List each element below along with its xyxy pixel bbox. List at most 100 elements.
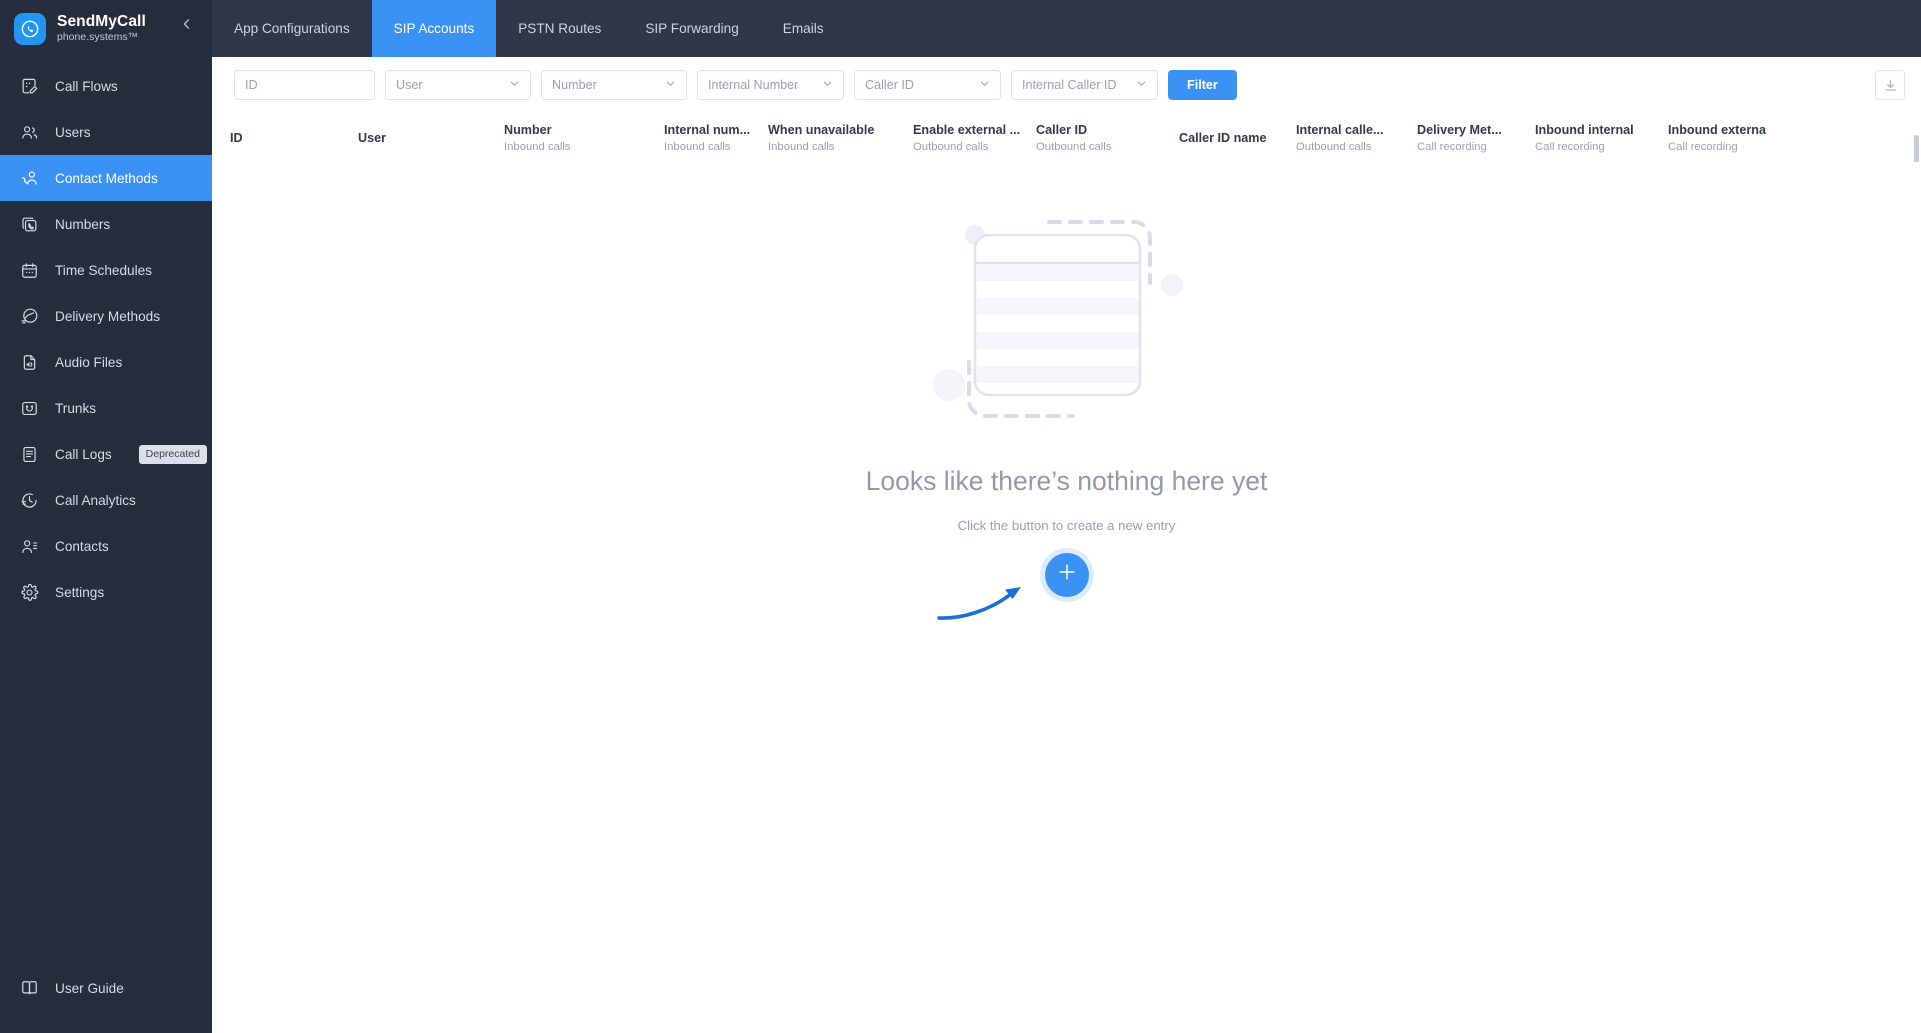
brand-name: SendMyCall <box>57 12 146 30</box>
phone-circle-icon <box>14 12 46 45</box>
column-subtitle: Outbound calls <box>1036 140 1112 153</box>
tab-emails[interactable]: Emails <box>761 0 846 57</box>
horizontal-scrollbar-thumb[interactable] <box>1914 135 1919 162</box>
sidebar-item-trunks[interactable]: Trunks <box>0 385 212 431</box>
sidebar: SendMyCall phone.systems™ Call Flows Use… <box>0 0 212 1033</box>
column-header-internal-number[interactable]: Internal num... Inbound calls <box>664 121 768 153</box>
sidebar-item-call-logs[interactable]: Call Logs Deprecated <box>0 431 212 477</box>
sidebar-item-contacts[interactable]: Contacts <box>0 523 212 569</box>
filter-bar: ID User Number Internal Number Caller ID… <box>212 57 1921 113</box>
column-title: Caller ID <box>1036 123 1088 137</box>
internal-number-filter-placeholder: Internal Number <box>708 78 799 92</box>
contacts-icon <box>18 535 40 557</box>
column-subtitle: Outbound calls <box>1296 140 1372 153</box>
sidebar-item-contact-methods[interactable]: Contact Methods <box>0 155 212 201</box>
user-filter-placeholder: User <box>396 78 423 92</box>
add-entry-button[interactable] <box>1044 552 1089 597</box>
empty-state-subtitle: Click the button to create a new entry <box>957 517 1176 533</box>
curved-arrow-icon <box>935 573 1045 630</box>
sidebar-item-users[interactable]: Users <box>0 109 212 155</box>
column-title: Enable external ... <box>913 123 1021 137</box>
column-subtitle: Inbound calls <box>664 140 731 153</box>
sidebar-item-call-analytics[interactable]: Call Analytics <box>0 477 212 523</box>
column-header-delivery-method[interactable]: Delivery Met... Call recording <box>1417 121 1535 153</box>
chevron-down-icon <box>822 78 833 92</box>
book-icon <box>18 977 40 999</box>
sidebar-item-audio-files[interactable]: Audio Files <box>0 339 212 385</box>
tab-pstn-routes[interactable]: PSTN Routes <box>496 0 623 57</box>
tab-bar: App Configurations SIP Accounts PSTN Rou… <box>212 0 1921 57</box>
application-window: SendMyCall phone.systems™ Call Flows Use… <box>0 0 1921 1033</box>
id-filter-input[interactable]: ID <box>234 70 375 100</box>
internal-caller-id-filter-placeholder: Internal Caller ID <box>1022 78 1117 92</box>
chevron-left-icon[interactable] <box>176 13 198 35</box>
column-header-when-unavailable[interactable]: When unavailable Inbound calls <box>768 121 913 153</box>
tab-app-configurations[interactable]: App Configurations <box>212 0 372 57</box>
sidebar-item-label: Call Logs <box>55 446 112 462</box>
caller-id-filter-select[interactable]: Caller ID <box>854 70 1001 100</box>
sidebar-item-delivery-methods[interactable]: Delivery Methods <box>0 293 212 339</box>
column-header-inbound-internal[interactable]: Inbound internal Call recording <box>1535 121 1668 153</box>
users-icon <box>18 121 40 143</box>
internal-caller-id-filter-select[interactable]: Internal Caller ID <box>1011 70 1158 100</box>
brand-header: SendMyCall phone.systems™ <box>0 0 212 57</box>
tab-sip-accounts[interactable]: SIP Accounts <box>371 0 497 57</box>
sidebar-item-label: Time Schedules <box>55 262 152 278</box>
delivery-methods-icon <box>18 305 40 327</box>
column-header-internal-caller-id[interactable]: Internal calle... Outbound calls <box>1296 121 1417 153</box>
audio-file-icon <box>18 351 40 373</box>
column-subtitle: Call recording <box>1417 140 1487 153</box>
sidebar-item-numbers[interactable]: Numbers <box>0 201 212 247</box>
contact-methods-icon <box>18 167 40 189</box>
chevron-down-icon <box>665 78 676 92</box>
tab-sip-forwarding[interactable]: SIP Forwarding <box>623 0 760 57</box>
column-header-inbound-external[interactable]: Inbound externa Call recording <box>1668 121 1798 153</box>
document-icon <box>18 443 40 465</box>
sidebar-item-user-guide[interactable]: User Guide <box>0 965 212 1011</box>
trunks-icon <box>18 397 40 419</box>
main-content: App Configurations SIP Accounts PSTN Rou… <box>212 0 1921 1033</box>
sidebar-item-time-schedules[interactable]: Time Schedules <box>0 247 212 293</box>
column-header-enable-external[interactable]: Enable external ... Outbound calls <box>913 121 1036 153</box>
sidebar-footer: User Guide <box>0 965 212 1011</box>
sidebar-item-label: Contacts <box>55 538 109 554</box>
chevron-down-icon <box>1136 78 1147 92</box>
sidebar-item-call-flows[interactable]: Call Flows <box>0 63 212 109</box>
sidebar-item-label: Contact Methods <box>55 170 158 186</box>
column-subtitle: Inbound calls <box>504 140 571 153</box>
internal-number-filter-select[interactable]: Internal Number <box>697 70 844 100</box>
column-header-caller-id[interactable]: Caller ID Outbound calls <box>1036 121 1179 153</box>
number-filter-placeholder: Number <box>552 78 597 92</box>
column-subtitle: Call recording <box>1668 140 1738 153</box>
sidebar-item-label: Call Analytics <box>55 492 136 508</box>
user-filter-select[interactable]: User <box>385 70 531 100</box>
column-header-user[interactable]: User <box>358 121 504 147</box>
column-title: Caller ID name <box>1179 131 1267 145</box>
column-subtitle: Call recording <box>1535 140 1605 153</box>
column-subtitle: Outbound calls <box>913 140 989 153</box>
column-header-caller-id-name[interactable]: Caller ID name <box>1179 121 1296 147</box>
clock-analytics-icon <box>18 489 40 511</box>
numbers-icon <box>18 213 40 235</box>
column-title: User <box>358 131 387 145</box>
sidebar-item-label: Users <box>55 124 91 140</box>
column-header-id[interactable]: ID <box>212 121 358 147</box>
number-filter-select[interactable]: Number <box>541 70 687 100</box>
gear-icon <box>18 581 40 603</box>
column-title: When unavailable <box>768 123 875 137</box>
sidebar-item-settings[interactable]: Settings <box>0 569 212 615</box>
sidebar-item-label: Audio Files <box>55 354 123 370</box>
id-filter-placeholder: ID <box>245 78 258 92</box>
column-header-number[interactable]: Number Inbound calls <box>504 121 664 153</box>
calendar-icon <box>18 259 40 281</box>
sidebar-item-label: Numbers <box>55 216 111 232</box>
sidebar-item-label: Settings <box>55 584 105 600</box>
download-icon[interactable] <box>1875 70 1905 100</box>
plus-icon <box>1056 561 1078 588</box>
column-title: Number <box>504 123 552 137</box>
table-header: ID User Number Inbound calls Internal nu… <box>212 113 1921 162</box>
brand-subtitle: phone.systems™ <box>57 31 139 44</box>
empty-state: Looks like there’s nothing here yet Clic… <box>212 162 1921 1033</box>
filter-button[interactable]: Filter <box>1168 70 1237 100</box>
add-entry-area <box>936 551 1177 641</box>
